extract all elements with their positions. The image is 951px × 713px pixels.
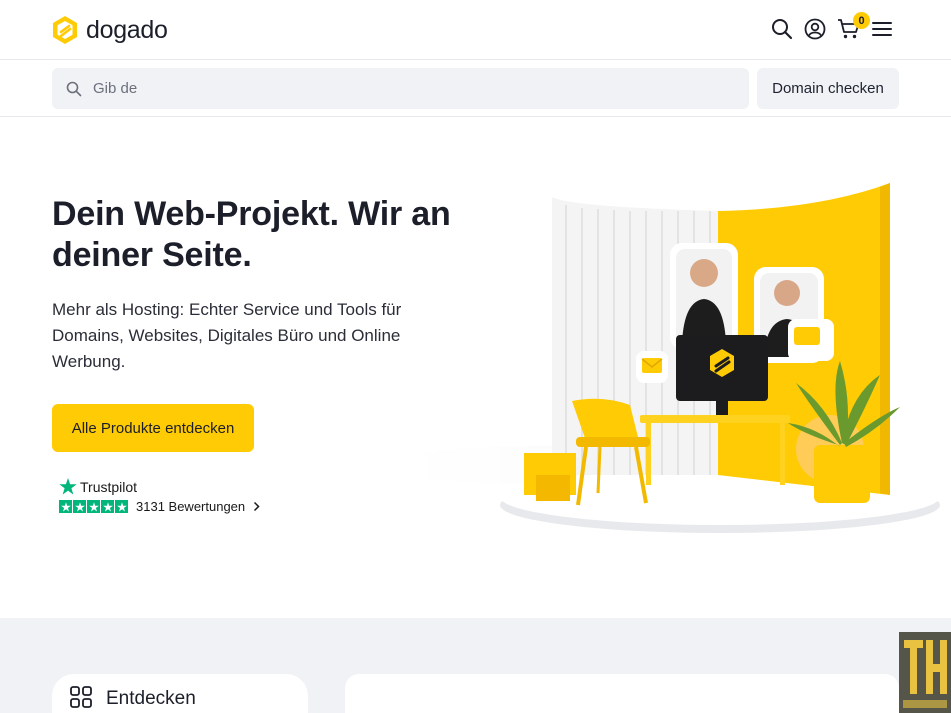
trustpilot-brand: Trustpilot	[80, 478, 138, 495]
cart-count-badge: 0	[853, 12, 870, 29]
trustpilot-star-icon	[59, 478, 77, 495]
domain-search-input[interactable]	[93, 80, 713, 97]
menu-icon[interactable]	[869, 16, 895, 42]
user-icon[interactable]	[802, 16, 828, 42]
search-icon	[66, 81, 82, 96]
trustpilot-rating-stars	[59, 500, 128, 513]
chevron-right-icon	[254, 501, 260, 512]
content-card	[345, 674, 899, 713]
hero-office-illustration	[360, 183, 940, 533]
domain-check-button[interactable]: Domain checken	[757, 68, 899, 109]
brand-logo[interactable]: dogado	[52, 14, 168, 46]
brand-name: dogado	[86, 15, 168, 44]
trustpilot-widget[interactable]: Trustpilot 3131 Bewertungen	[59, 478, 260, 514]
all-products-button[interactable]: Alle Produkte entdecken	[52, 404, 254, 452]
search-icon[interactable]	[769, 16, 795, 42]
site-header: dogado 0	[0, 0, 951, 60]
dogado-logo-icon	[53, 16, 77, 44]
grid-icon	[70, 686, 92, 708]
watermark-logo-icon	[899, 632, 951, 713]
discover-card[interactable]: Entdecken	[52, 674, 308, 713]
discover-label: Entdecken	[106, 688, 196, 709]
domain-search-box	[52, 68, 749, 109]
trustpilot-review-count: 3131 Bewertungen	[136, 499, 246, 514]
domain-search-bar: Domain checken	[0, 60, 951, 117]
